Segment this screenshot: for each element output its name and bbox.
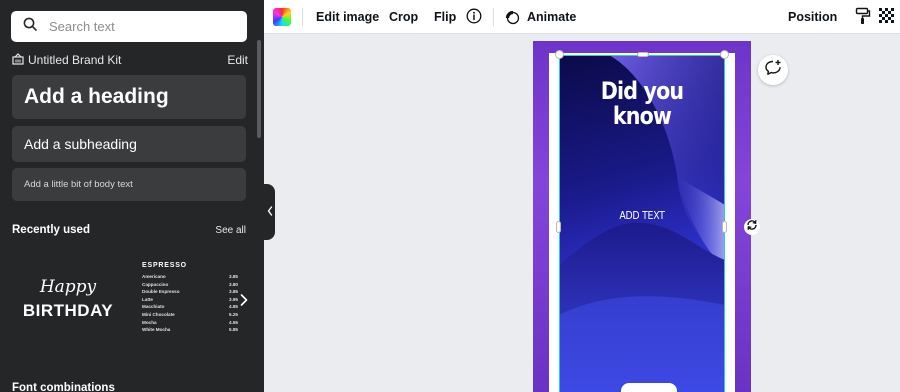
menu-item-name: Double Espresso (142, 289, 180, 295)
menu-item-name: Latte (142, 296, 153, 302)
menu-row: Mini Chocolate 5.25 (142, 311, 238, 319)
edit-image-button[interactable]: Edit image (316, 0, 379, 34)
collapse-panel-button[interactable] (264, 184, 275, 240)
add-comment-button[interactable] (758, 55, 788, 85)
font-combinations-title: Font combinations (12, 382, 115, 392)
flip-button[interactable]: Flip (434, 0, 456, 34)
brand-kit-name: Untitled Brand Kit (28, 53, 122, 67)
toolbar-divider (302, 8, 303, 26)
panel-scrollbar[interactable] (257, 40, 261, 138)
add-heading-button[interactable]: Add a heading (12, 75, 246, 119)
rotate-icon (745, 218, 759, 237)
comment-icon (764, 59, 782, 82)
recently-used-title: Recently used (12, 224, 90, 236)
recent-next-button[interactable] (236, 294, 252, 310)
resize-handle-top-right[interactable] (720, 50, 729, 59)
recently-used-header: Recently used See all (12, 224, 246, 236)
position-button[interactable]: Position (788, 0, 837, 34)
transparency-icon (879, 8, 894, 26)
add-subheading-button[interactable]: Add a subheading (12, 126, 246, 162)
info-icon (466, 8, 482, 27)
menu-row: Double Espresso 3.85 (142, 288, 238, 296)
recent-template-birthday[interactable]: Happy BIRTHDAY (12, 256, 124, 342)
paint-roller-icon (855, 7, 871, 28)
menu-item-name: White Mocha (142, 327, 171, 333)
resize-handle-top-left[interactable] (555, 50, 564, 59)
color-picker-button[interactable] (273, 8, 291, 26)
search-box[interactable] (11, 11, 247, 42)
resize-handle-left[interactable] (556, 221, 561, 233)
animate-icon (504, 9, 520, 25)
toolbar-divider (493, 8, 494, 26)
editor-toolbar: Edit image Crop Flip Animate Position (264, 0, 900, 34)
menu-item-name: Americano (142, 274, 166, 279)
recent-template-espresso-menu[interactable]: ESPRESSO Americano 3.85 Cappuccino 3.80 Do… (142, 262, 238, 342)
menu-item-name: Mini Chocolate (142, 311, 175, 317)
menu-row: Cappuccino 3.80 (142, 281, 238, 289)
menu-item-price: 3.80 (229, 281, 238, 287)
menu-row: Americano 3.85 (142, 273, 238, 281)
chevron-right-icon (240, 293, 248, 311)
menu-item-price: 4.55 (229, 319, 238, 325)
brand-kit-edit-link[interactable]: Edit (227, 53, 248, 67)
transparency-button[interactable] (879, 0, 894, 34)
add-body-text-button[interactable]: Add a little bit of body text (12, 168, 246, 201)
menu-row: White Mocha 5.85 (142, 326, 238, 334)
search-icon (23, 17, 37, 36)
resize-handle-top[interactable] (637, 52, 649, 57)
menu-item-name: Macchiato (142, 304, 165, 310)
menu-row: Latte 3.95 (142, 296, 238, 304)
see-all-link[interactable]: See all (215, 225, 246, 236)
menu-row: Macchiato 4.85 (142, 303, 238, 311)
template-text-happy: Happy (39, 277, 97, 297)
menu-title: ESPRESSO (142, 262, 187, 269)
chevron-left-icon (267, 203, 273, 221)
template-text-birthday: BIRTHDAY (22, 301, 114, 320)
rotate-handle[interactable] (744, 219, 760, 235)
menu-item-name: Mocha (142, 319, 157, 325)
text-panel: Untitled Brand Kit Edit Add a heading Ad… (0, 0, 264, 392)
menu-item-price: 3.85 (229, 274, 238, 279)
animate-button[interactable]: Animate (504, 0, 576, 34)
info-button[interactable] (466, 0, 482, 34)
menu-row: Mocha 4.55 (142, 319, 238, 327)
copy-style-button[interactable] (855, 0, 871, 34)
brand-kit-row: Untitled Brand Kit Edit (12, 52, 248, 68)
animate-label: Animate (527, 10, 577, 24)
menu-item-name: Cappuccino (142, 281, 169, 287)
brand-kit-icon (12, 52, 24, 68)
crop-button[interactable]: Crop (389, 0, 418, 34)
search-input[interactable] (49, 19, 229, 34)
menu-item-price: 5.25 (229, 311, 238, 317)
resize-handle-right[interactable] (722, 221, 727, 233)
menu-item-price: 5.85 (229, 327, 238, 333)
selection-outline (559, 55, 725, 392)
